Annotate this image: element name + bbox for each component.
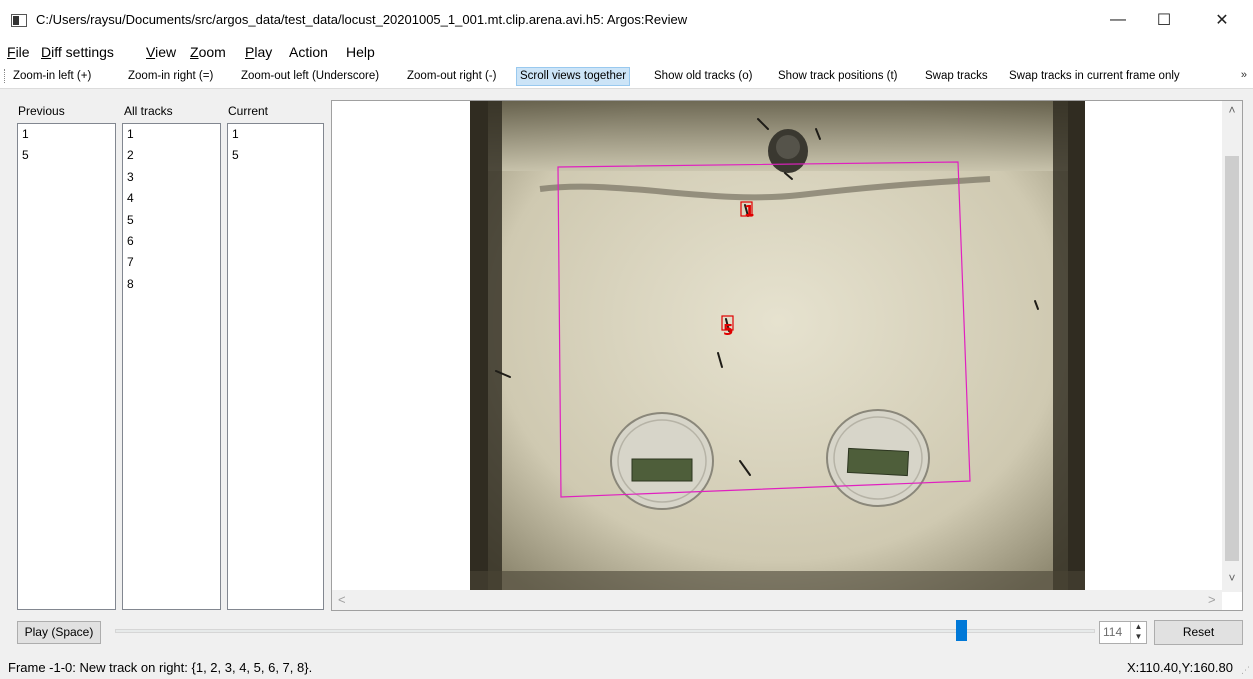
all-tracks-list[interactable]: 1 2 3 4 5 6 7 8	[122, 123, 221, 610]
menu-file[interactable]: File	[7, 44, 30, 60]
list-item[interactable]: 6	[123, 231, 220, 252]
menu-bar: File Diff settings View Zoom Play Action…	[0, 42, 1253, 64]
toolbar-grip[interactable]	[4, 69, 6, 83]
list-item[interactable]: 5	[228, 145, 323, 166]
close-button[interactable]: ✕	[1199, 0, 1245, 40]
resize-grip-icon[interactable]: ⋰	[1241, 665, 1250, 676]
list-item[interactable]: 5	[18, 145, 115, 166]
frame-slider[interactable]	[115, 629, 1095, 633]
horizontal-scrollbar[interactable]: < >	[332, 590, 1222, 610]
scroll-left-icon[interactable]: <	[338, 592, 346, 607]
list-item[interactable]: 1	[228, 124, 323, 145]
video-view[interactable]: 1 5 ˄ ˅ < >	[331, 100, 1243, 611]
all-tracks-label: All tracks	[124, 104, 173, 118]
list-item[interactable]: 5	[123, 210, 220, 231]
title-bar: C:/Users/raysu/Documents/src/argos_data/…	[0, 0, 1253, 42]
scroll-right-icon[interactable]: >	[1208, 592, 1216, 607]
arena-image	[470, 101, 1085, 590]
menu-diff-settings[interactable]: Diff settings	[41, 44, 114, 60]
reset-button[interactable]: Reset	[1154, 620, 1243, 645]
zoom-out-right-button[interactable]: Zoom-out right (-)	[404, 67, 499, 86]
frame-value: 114	[1103, 625, 1123, 639]
app-icon	[11, 14, 27, 27]
frame-slider-handle[interactable]	[956, 620, 968, 641]
menu-play[interactable]: Play	[245, 44, 272, 60]
list-item[interactable]: 3	[123, 167, 220, 188]
zoom-in-left-button[interactable]: Zoom-in left (+)	[10, 67, 94, 86]
zoom-out-left-button[interactable]: Zoom-out left (Underscore)	[238, 67, 382, 86]
list-item[interactable]: 4	[123, 188, 220, 209]
previous-tracks-list[interactable]: 1 5	[17, 123, 116, 610]
scroll-views-together-button[interactable]: Scroll views together	[516, 67, 631, 86]
status-message: Frame -1-0: New track on right: {1, 2, 3…	[8, 660, 313, 675]
current-tracks-list[interactable]: 1 5	[227, 123, 324, 610]
cursor-coordinates: X:110.40,Y:160.80	[1126, 660, 1233, 675]
frame-spinbox[interactable]: 114 ▲ ▼	[1099, 621, 1147, 644]
show-track-positions-button[interactable]: Show track positions (t)	[775, 67, 901, 86]
menu-help[interactable]: Help	[346, 44, 375, 60]
previous-label: Previous	[18, 104, 65, 118]
menu-zoom[interactable]: Zoom	[190, 44, 226, 60]
scroll-down-icon[interactable]: ˅	[1222, 571, 1242, 591]
swap-tracks-current-frame-button[interactable]: Swap tracks in current frame only	[1006, 67, 1183, 86]
zoom-in-right-button[interactable]: Zoom-in right (=)	[125, 67, 216, 86]
toolbar: Zoom-in left (+) Zoom-in right (=) Zoom-…	[0, 64, 1253, 89]
track-label-1: 1	[744, 202, 755, 220]
list-item[interactable]: 7	[123, 252, 220, 273]
show-old-tracks-button[interactable]: Show old tracks (o)	[651, 67, 755, 86]
vertical-scroll-thumb[interactable]	[1225, 156, 1239, 561]
scroll-up-icon[interactable]: ˄	[1222, 103, 1242, 123]
window-title: C:/Users/raysu/Documents/src/argos_data/…	[36, 12, 688, 27]
maximize-button[interactable]: ☐	[1141, 0, 1187, 40]
status-bar: Frame -1-0: New track on right: {1, 2, 3…	[0, 656, 1253, 679]
menu-action[interactable]: Action	[289, 44, 328, 60]
vertical-scrollbar[interactable]: ˄ ˅	[1222, 101, 1242, 592]
list-item[interactable]: 1	[18, 124, 115, 145]
track-label-5: 5	[723, 321, 734, 339]
video-frame[interactable]: 1 5	[470, 101, 1085, 590]
minimize-button[interactable]: —	[1095, 0, 1141, 40]
list-item[interactable]: 8	[123, 274, 220, 295]
menu-view[interactable]: View	[146, 44, 176, 60]
current-label: Current	[228, 104, 269, 118]
list-item[interactable]: 2	[123, 145, 220, 166]
play-button[interactable]: Play (Space)	[17, 621, 101, 644]
spin-arrows-icon[interactable]: ▲ ▼	[1130, 622, 1146, 643]
list-item[interactable]: 1	[123, 124, 220, 145]
toolbar-overflow-icon[interactable]: »	[1241, 69, 1247, 81]
swap-tracks-button[interactable]: Swap tracks	[922, 67, 991, 86]
